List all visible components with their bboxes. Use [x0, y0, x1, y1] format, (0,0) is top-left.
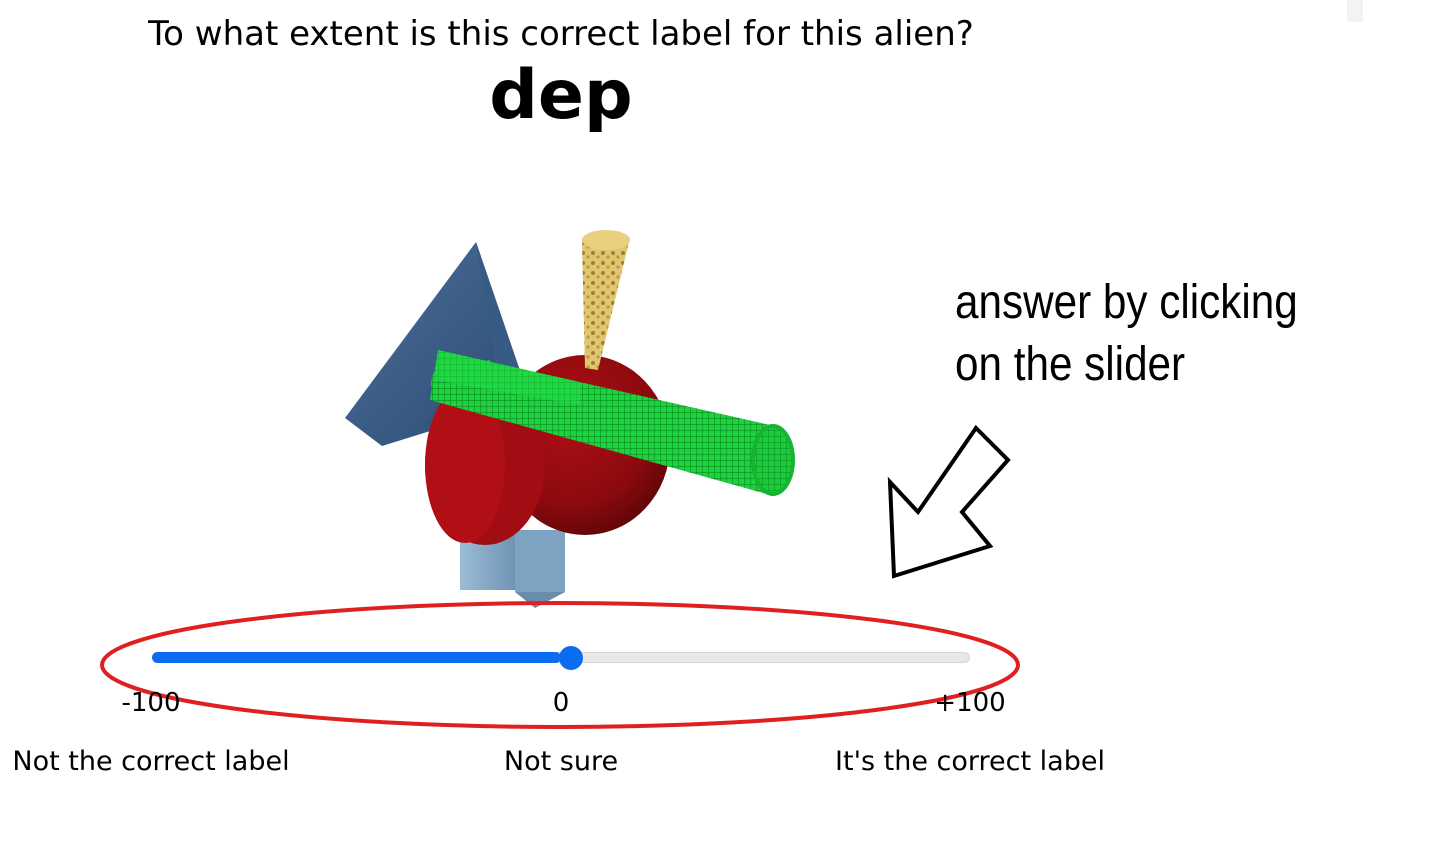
anchor-right-label: It's the correct label [835, 746, 1105, 777]
rating-slider[interactable] [152, 646, 970, 670]
instruction-line-1: answer by clicking [955, 276, 1298, 329]
page: To what extent is this correct label for… [0, 0, 1440, 852]
question-text: To what extent is this correct label for… [148, 14, 974, 54]
slider-min-label: -100 [121, 688, 181, 718]
slider-mid-label: 0 [552, 688, 570, 718]
arrow-down-left-icon [887, 424, 1011, 579]
anchor-middle-label: Not sure [503, 746, 619, 777]
label-word: dep [489, 56, 633, 135]
scrollbar-stub[interactable] [1347, 0, 1363, 22]
slider-thumb[interactable] [559, 646, 583, 670]
instruction-line-2: on the slider [955, 338, 1186, 391]
slider-max-label: +100 [934, 688, 1006, 718]
anchor-left-label: Not the correct label [12, 746, 290, 777]
slider-fill [152, 652, 561, 663]
instruction-text: answer by clicking on the slider [955, 272, 1298, 396]
alien-image [345, 230, 795, 608]
